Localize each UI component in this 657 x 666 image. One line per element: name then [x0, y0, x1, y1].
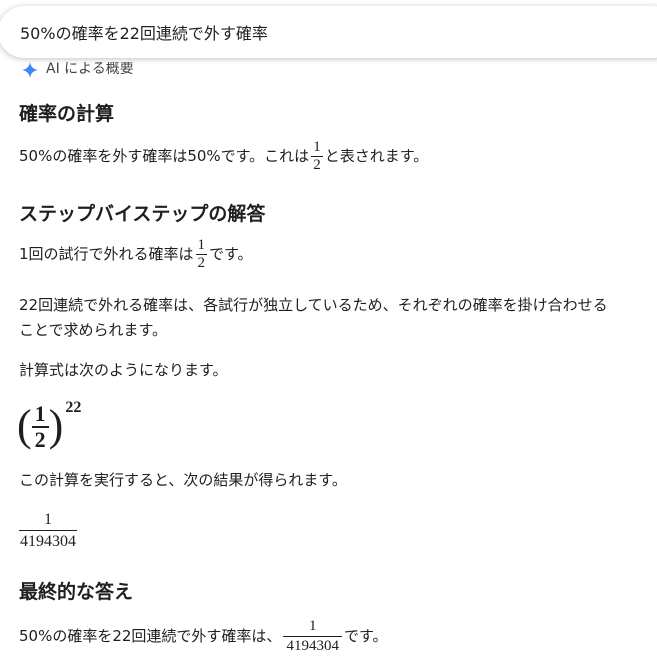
step-formula-intro: 計算式は次のようになります。: [19, 361, 228, 379]
fraction-denominator: 2: [311, 156, 323, 173]
step-single-trial-suffix: です。: [209, 245, 253, 263]
result-denominator: 4194304: [19, 530, 77, 552]
search-bar[interactable]: 50%の確率を22回連続で外す確率: [0, 6, 657, 58]
step-single-trial: 1回の試行で外れる確率は 1 2 です。: [19, 237, 253, 272]
fraction-one-half: 12: [311, 139, 323, 174]
fraction-denominator: 2: [195, 254, 208, 271]
final-answer-fraction: 1 4194304: [283, 617, 342, 656]
result-numerator: 1: [44, 511, 52, 528]
result-fraction: 1 4194304: [19, 510, 77, 552]
fraction-numerator: 1: [197, 237, 206, 253]
section-title-steps: ステップバイステップの解答: [19, 203, 266, 225]
final-answer-suffix: です。: [343, 627, 388, 645]
section-title-calculation: 確率の計算: [19, 103, 115, 125]
calculation-statement: 50%の確率を外す確率は50%です。これは 1 2 と表されます。: [19, 139, 428, 174]
fraction-one-half: 12: [195, 237, 208, 272]
formula-open-paren: (: [17, 401, 32, 450]
final-answer-numerator: 1: [308, 618, 317, 634]
ai-overview-header: AI による概要: [22, 62, 134, 78]
formula-numerator: 1: [34, 401, 46, 426]
step-independence-line1: 22回連続で外れる確率は、各試行が独立しているため、それぞれの確率を掛け合わせる: [19, 296, 608, 314]
final-answer-denominator: 4194304: [283, 636, 342, 656]
search-query[interactable]: 50%の確率を22回連続で外す確率: [20, 20, 268, 44]
step-single-trial-prefix: 1回の試行で外れる確率は: [19, 245, 194, 263]
formula-exponent: 22: [65, 399, 82, 416]
calculation-text-suffix: と表されます。: [324, 147, 429, 165]
step-result-intro: この計算を実行すると、次の結果が得られます。: [19, 471, 347, 489]
ai-overview-label: AI による概要: [46, 62, 134, 77]
final-answer-statement: 50%の確率を22回連続で外す確率は、 1 4194304 です。: [19, 617, 387, 656]
final-answer-prefix: 50%の確率を22回連続で外す確率は、: [19, 627, 282, 645]
formula-fraction: 1 2: [31, 401, 49, 452]
formula-denominator: 2: [31, 426, 49, 452]
fraction-numerator: 1: [313, 139, 321, 155]
formula-power: ( 1 2 ) 22: [17, 397, 81, 455]
formula-close-paren: ): [48, 401, 64, 450]
calculation-text-prefix: 50%の確率を外す確率は50%です。これは: [19, 147, 310, 165]
step-independence-line2: ことで求められます。: [19, 321, 168, 339]
section-title-final-answer: 最終的な答え: [19, 581, 134, 603]
sparkle-icon: [22, 62, 38, 78]
